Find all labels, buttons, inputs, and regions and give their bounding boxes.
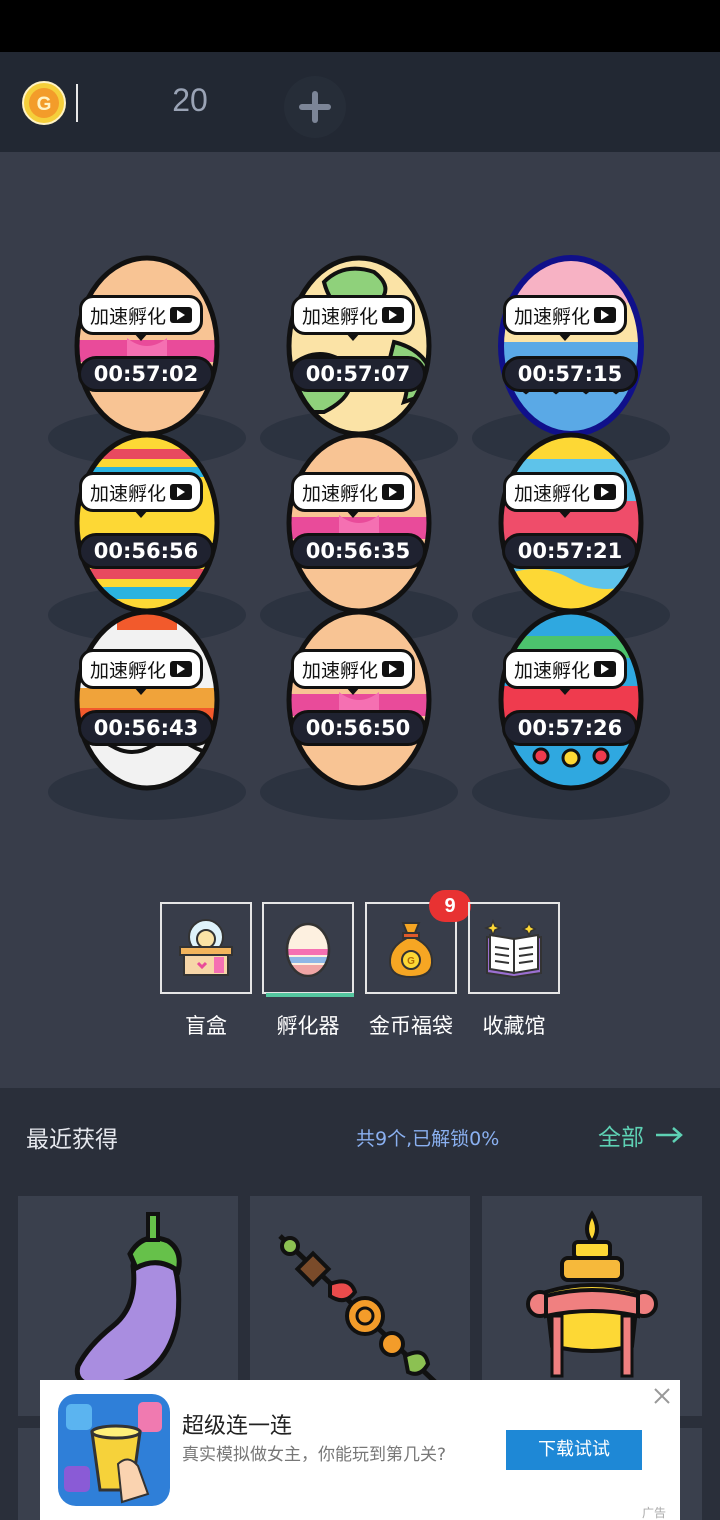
section-title: 最近获得 bbox=[26, 1127, 118, 1153]
tab-tile bbox=[262, 902, 354, 997]
tab-blind-box[interactable]: 盲盒 bbox=[160, 902, 252, 1038]
video-camera-icon bbox=[594, 307, 616, 323]
add-coin-button[interactable] bbox=[284, 76, 346, 138]
speed-up-hatch-button[interactable]: 加速孵化 bbox=[79, 295, 203, 341]
tab-label: 收藏馆 bbox=[482, 1014, 546, 1038]
tab-incubator[interactable]: 孵化器 bbox=[262, 902, 354, 1038]
hatch-timer: 00:56:50 bbox=[290, 710, 426, 746]
egg-slot-7[interactable]: 加速孵化 00:56:43 bbox=[72, 596, 232, 792]
video-camera-icon bbox=[382, 484, 404, 500]
hatch-timer: 00:57:02 bbox=[78, 356, 214, 392]
video-camera-icon bbox=[170, 661, 192, 677]
bottom-nav-tabs: 盲盒 孵化器 G 9 金币福袋 收藏馆 bbox=[0, 890, 720, 1042]
gold-coin-icon: G bbox=[22, 81, 66, 125]
hatch-timer: 00:56:43 bbox=[78, 710, 214, 746]
arrow-right-icon bbox=[656, 1127, 683, 1143]
speed-up-hatch-button[interactable]: 加速孵化 bbox=[503, 649, 627, 695]
video-camera-icon bbox=[594, 484, 616, 500]
tab-tile bbox=[468, 902, 560, 994]
top-bar: G 20 bbox=[0, 52, 720, 152]
tab-tile bbox=[160, 902, 252, 994]
speed-up-hatch-button[interactable]: 加速孵化 bbox=[291, 649, 415, 695]
video-camera-icon bbox=[170, 484, 192, 500]
hatch-timer: 00:57:07 bbox=[290, 356, 426, 392]
hatch-timer: 00:57:15 bbox=[502, 356, 638, 392]
ad-title: 超级连一连 bbox=[182, 1414, 293, 1439]
notification-badge: 9 bbox=[429, 890, 471, 922]
egg-slot-4[interactable]: 加速孵化 00:56:56 bbox=[72, 419, 232, 615]
plus-icon bbox=[299, 91, 331, 123]
video-camera-icon bbox=[170, 307, 192, 323]
hatch-timer: 00:57:26 bbox=[502, 710, 638, 746]
ad-download-button[interactable]: 下载试试 bbox=[506, 1430, 642, 1470]
ad-description: 真实模拟做女主，你能玩到第几关? bbox=[182, 1445, 447, 1465]
collection-book-icon bbox=[483, 918, 542, 979]
egg-incubator-icon bbox=[285, 922, 331, 977]
view-all-label: 全部 bbox=[598, 1125, 644, 1151]
video-camera-icon bbox=[382, 661, 404, 677]
close-icon[interactable] bbox=[650, 1384, 674, 1408]
egg-slot-3[interactable]: 加速孵化 00:57:15 bbox=[496, 242, 656, 438]
hatch-timer: 00:57:21 bbox=[502, 533, 638, 569]
tab-coin-bag[interactable]: G 9 金币福袋 bbox=[365, 890, 471, 1038]
tab-tile: G 9 bbox=[365, 890, 471, 994]
speed-up-hatch-button[interactable]: 加速孵化 bbox=[291, 472, 415, 518]
hatch-timer: 00:56:35 bbox=[290, 533, 426, 569]
speed-up-hatch-button[interactable]: 加速孵化 bbox=[79, 472, 203, 518]
egg-slot-1[interactable]: 加速孵化 00:57:02 bbox=[72, 242, 232, 438]
blind-box-icon bbox=[179, 919, 233, 976]
speed-up-hatch-button[interactable]: 加速孵化 bbox=[291, 295, 415, 341]
video-camera-icon bbox=[382, 307, 404, 323]
ad-banner[interactable]: 超级连一连 真实模拟做女主，你能玩到第几关? 下载试试 广告 bbox=[40, 1380, 680, 1520]
active-tab-indicator bbox=[266, 993, 354, 997]
speed-up-hatch-button[interactable]: 加速孵化 bbox=[503, 295, 627, 341]
ad-mark: 广告 bbox=[642, 1506, 667, 1520]
ad-game-icon bbox=[58, 1394, 170, 1506]
coin-bag-icon: G bbox=[388, 922, 434, 979]
coin-divider bbox=[76, 84, 78, 122]
egg-slot-9[interactable]: 加速孵化 00:57:26 bbox=[496, 596, 656, 792]
status-bar bbox=[0, 0, 720, 52]
egg-slot-2[interactable]: 加速孵化 00:57:07 bbox=[284, 242, 444, 438]
egg-slot-8[interactable]: 加速孵化 00:56:50 bbox=[284, 596, 444, 792]
coin-count: 20 bbox=[172, 82, 208, 118]
egg-slot-6[interactable]: 加速孵化 00:57:21 bbox=[496, 419, 656, 615]
tab-collection[interactable]: 收藏馆 bbox=[468, 902, 560, 1038]
video-camera-icon bbox=[594, 661, 616, 677]
view-all-link[interactable]: 全部 bbox=[598, 1118, 684, 1152]
speed-up-hatch-button[interactable]: 加速孵化 bbox=[503, 472, 627, 518]
speed-up-hatch-button[interactable]: 加速孵化 bbox=[79, 649, 203, 695]
svg-text:G: G bbox=[37, 94, 52, 115]
svg-text:G: G bbox=[407, 956, 415, 967]
unlock-stats: 共9个,已解锁0% bbox=[356, 1128, 500, 1150]
hatch-timer: 00:56:56 bbox=[78, 533, 214, 569]
egg-slot-5[interactable]: 加速孵化 00:56:35 bbox=[284, 419, 444, 615]
